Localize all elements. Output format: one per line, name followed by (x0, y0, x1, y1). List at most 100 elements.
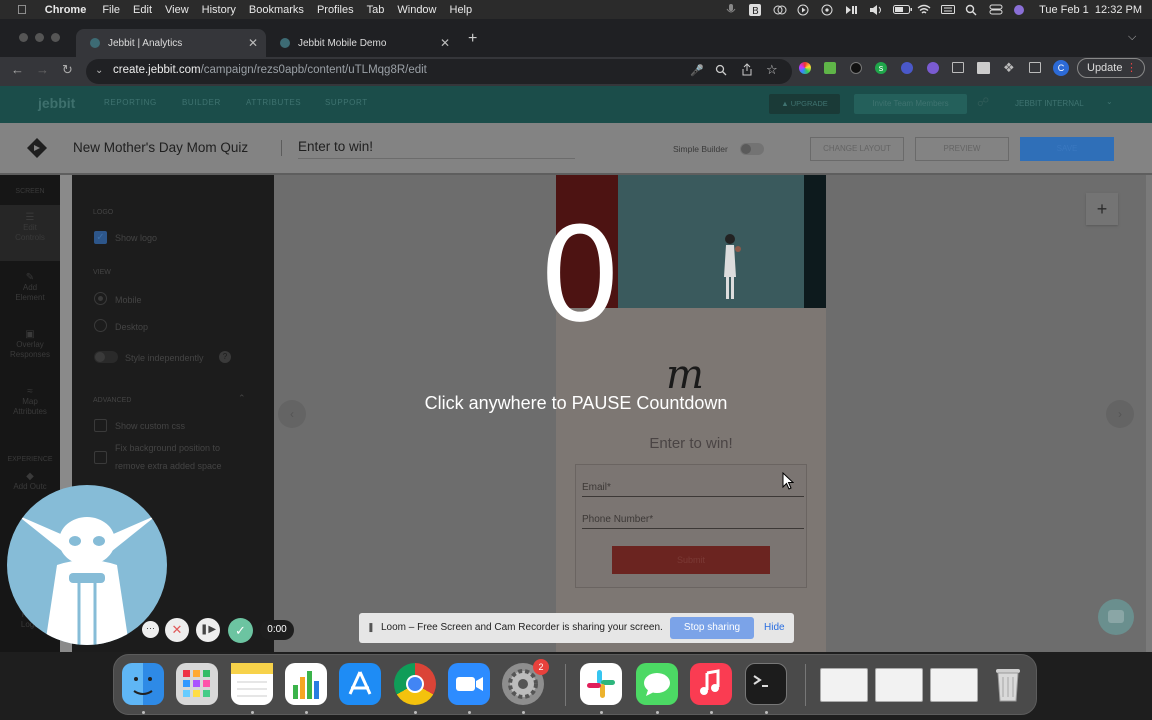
grid-extension-icon[interactable] (977, 62, 990, 74)
gear-extension-icon[interactable] (927, 62, 939, 74)
update-button[interactable]: Update ⋮ (1077, 58, 1145, 78)
simple-builder-toggle[interactable] (740, 143, 764, 155)
campaign-title[interactable]: New Mother's Day Mom Quiz (73, 140, 248, 155)
close-window-button[interactable] (19, 33, 28, 42)
play-pause-icon[interactable] (845, 4, 858, 15)
menu-file[interactable]: File (102, 4, 120, 16)
close-tab-icon[interactable]: ✕ (248, 36, 258, 50)
loom-finish-button[interactable]: ✓ (228, 618, 253, 643)
rail-item-add-element[interactable]: ✎ Add Element (0, 273, 60, 303)
nav-attributes[interactable]: ATTRIBUTES (246, 98, 301, 107)
rail-item-map-attributes[interactable]: ≈ Map Attributes (0, 387, 60, 417)
chat-support-icon[interactable] (1098, 599, 1134, 635)
minimized-window-thumbnail[interactable] (930, 668, 978, 702)
canvas-scrollbar[interactable] (1146, 175, 1152, 652)
account-menu[interactable]: JEBBIT INTERNAL (1015, 99, 1084, 108)
wifi-icon[interactable] (917, 4, 931, 15)
extensions-puzzle-icon[interactable]: ❖ (1003, 60, 1015, 76)
style-independently-toggle[interactable] (94, 351, 118, 363)
nav-builder[interactable]: BUILDER (182, 98, 221, 107)
drag-handle-icon[interactable]: ❚ (367, 622, 375, 633)
fix-background-checkbox[interactable] (94, 451, 107, 464)
voice-search-icon[interactable]: 🎤 (690, 64, 704, 77)
bookmark-star-icon[interactable]: ☆ (766, 62, 778, 78)
menu-tab[interactable]: Tab (367, 4, 385, 16)
side-panel-icon[interactable] (1029, 62, 1041, 73)
upgrade-button[interactable]: ▲ UPGRADE (769, 94, 840, 114)
creative-cloud-icon[interactable] (773, 4, 787, 15)
notification-bell-icon[interactable]: ☍ (977, 95, 989, 109)
loom-camera-bubble[interactable] (7, 485, 167, 645)
tab-search-icon[interactable]: ⌵ (1128, 31, 1136, 44)
menu-bookmarks[interactable]: Bookmarks (249, 4, 304, 16)
next-screen-button[interactable]: › (1106, 400, 1134, 428)
minimized-window-thumbnail[interactable] (820, 668, 868, 702)
menu-help[interactable]: Help (450, 4, 473, 16)
music-icon[interactable] (690, 663, 732, 705)
tab-jebbit-mobile-demo[interactable]: Jebbit Mobile Demo ✕ (266, 29, 458, 57)
account-chevron-icon[interactable]: ⌄ (1106, 97, 1113, 106)
rail-item-overlay-responses[interactable]: ▣ Overlay Responses (0, 330, 60, 360)
new-tab-icon[interactable]: + (468, 30, 477, 48)
countdown-pause-message[interactable]: Click anywhere to PAUSE Countdown (330, 393, 822, 414)
maximize-window-button[interactable] (51, 33, 60, 42)
phone-field[interactable]: Phone Number* (582, 514, 804, 529)
terminal-icon[interactable] (745, 663, 787, 705)
loom-cancel-button[interactable]: ✕ (165, 618, 189, 642)
menu-window[interactable]: Window (397, 4, 436, 16)
help-icon[interactable]: ? (219, 351, 231, 363)
mobile-radio[interactable] (94, 292, 107, 305)
save-button[interactable]: SAVE (1020, 137, 1114, 161)
screen-name-input[interactable]: Enter to win! (298, 139, 575, 159)
b-app-icon[interactable]: B (749, 4, 762, 17)
site-settings-icon[interactable]: ⌄ (95, 65, 103, 76)
preview-button[interactable]: PREVIEW (915, 137, 1009, 161)
chrome-icon[interactable] (394, 663, 436, 705)
prev-screen-button[interactable]: ‹ (278, 400, 306, 428)
siri-icon[interactable] (1013, 4, 1025, 15)
slack-icon[interactable] (580, 663, 622, 705)
minimized-window-thumbnail[interactable] (875, 668, 923, 702)
notes-icon[interactable] (231, 663, 273, 705)
back-icon[interactable]: ← (11, 62, 24, 77)
reload-icon[interactable]: ↻ (62, 62, 73, 78)
address-bar[interactable]: ⌄ create.jebbit.com/campaign/rezs0apb/co… (86, 59, 792, 84)
color-picker-extension-icon[interactable] (799, 62, 811, 74)
screen-extension-icon[interactable] (952, 62, 964, 73)
share-icon[interactable] (741, 63, 753, 81)
play-circle-icon[interactable] (797, 4, 809, 16)
email-field[interactable]: Email* (582, 482, 804, 497)
forward-icon[interactable]: → (36, 62, 49, 77)
green-extension-icon[interactable] (824, 62, 836, 74)
menu-history[interactable]: History (202, 4, 236, 16)
minimize-window-button[interactable] (35, 33, 44, 42)
invite-team-button[interactable]: Invite Team Members (854, 94, 967, 114)
stop-sharing-button[interactable]: Stop sharing (670, 617, 754, 639)
keyboard-icon[interactable] (941, 4, 956, 15)
s-extension-icon[interactable]: s (875, 62, 887, 74)
collapse-chevron-icon[interactable]: ⌃ (238, 393, 246, 404)
battery-icon[interactable] (893, 4, 913, 15)
countdown-number[interactable]: 0 (500, 200, 660, 350)
volume-icon[interactable] (869, 4, 882, 15)
numbers-icon[interactable] (285, 663, 327, 705)
nav-support[interactable]: SUPPORT (325, 98, 368, 107)
change-layout-button[interactable]: CHANGE LAYOUT (810, 137, 904, 161)
blue-extension-icon[interactable] (901, 62, 913, 74)
menu-app-name[interactable]: Chrome (45, 4, 87, 16)
profile-avatar[interactable]: C (1053, 60, 1069, 76)
messages-icon[interactable] (636, 663, 678, 705)
menu-view[interactable]: View (165, 4, 189, 16)
nav-reporting[interactable]: REPORTING (104, 98, 157, 107)
loom-more-button[interactable]: ··· (142, 621, 159, 638)
jebbit-home-icon[interactable] (26, 137, 48, 164)
loom-tray-icon[interactable] (821, 4, 833, 16)
rail-item-add-outcome[interactable]: ◆ Add Outc (0, 472, 60, 492)
hide-button[interactable]: Hide (764, 622, 785, 633)
menubar-clock[interactable]: Tue Feb 1 12:32 PM (1039, 4, 1142, 16)
dark-extension-icon[interactable] (850, 62, 862, 74)
launchpad-icon[interactable] (176, 663, 218, 705)
zoom-icon[interactable] (715, 63, 727, 81)
apple-icon[interactable]:  (17, 2, 27, 17)
jebbit-logo[interactable]: jebbit (38, 95, 75, 111)
